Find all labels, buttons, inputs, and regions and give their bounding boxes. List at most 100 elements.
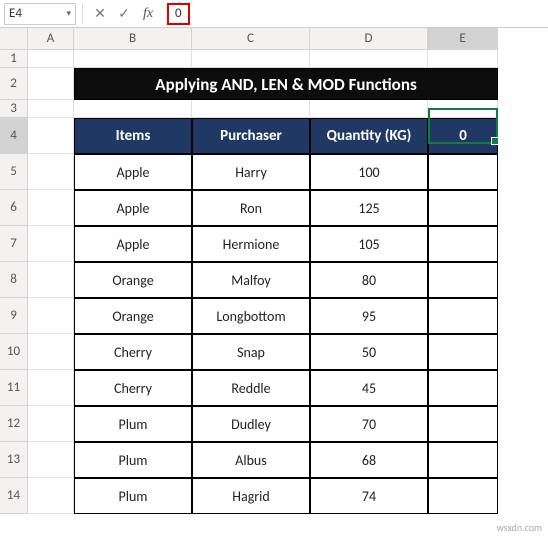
title-cell[interactable]: Applying AND, LEN & MOD Functions [74, 68, 498, 100]
row-header-5[interactable]: 5 [0, 154, 28, 190]
cell-A14[interactable] [28, 478, 74, 514]
row-header-4[interactable]: 4 [0, 118, 28, 154]
col-header-E[interactable]: E [428, 28, 498, 50]
cell-A11[interactable] [28, 370, 74, 406]
cell-D3[interactable] [310, 100, 428, 118]
cell-C5[interactable]: Harry [192, 154, 310, 190]
cell-D11[interactable]: 45 [310, 370, 428, 406]
cell-C11[interactable]: Reddle [192, 370, 310, 406]
row-header-7[interactable]: 7 [0, 226, 28, 262]
cell-E12[interactable] [428, 406, 498, 442]
row-header-10[interactable]: 10 [0, 334, 28, 370]
cell-A10[interactable] [28, 334, 74, 370]
cell-E3[interactable] [428, 100, 498, 118]
cell-E1[interactable] [428, 50, 498, 68]
cell-C1[interactable] [192, 50, 310, 68]
row-header-1[interactable]: 1 [0, 50, 28, 68]
fx-icon[interactable]: fx [137, 3, 159, 25]
formula-input-wrap[interactable]: 0 [167, 3, 190, 25]
cell-D9[interactable]: 95 [310, 298, 428, 334]
cell-C10[interactable]: Snap [192, 334, 310, 370]
chevron-down-icon[interactable]: ▾ [66, 8, 71, 19]
cell-A4[interactable] [28, 118, 74, 154]
cell-value: Apple [117, 164, 150, 181]
cell-A6[interactable] [28, 190, 74, 226]
cancel-icon[interactable]: ✕ [89, 3, 111, 25]
cell-E5[interactable] [428, 154, 498, 190]
cell-B11[interactable]: Cherry [74, 370, 192, 406]
row-header-13[interactable]: 13 [0, 442, 28, 478]
col-header-B[interactable]: B [74, 28, 192, 50]
cell-C14[interactable]: Hagrid [192, 478, 310, 514]
cell-E6[interactable] [428, 190, 498, 226]
row-header-3[interactable]: 3 [0, 100, 28, 118]
row-header-6[interactable]: 6 [0, 190, 28, 226]
name-box[interactable]: E4 ▾ [4, 3, 76, 25]
cell-E4-value: 0 [459, 127, 467, 145]
cell-B1[interactable] [74, 50, 192, 68]
cell-B5[interactable]: Apple [74, 154, 192, 190]
row-header-12[interactable]: 12 [0, 406, 28, 442]
row-header-9[interactable]: 9 [0, 298, 28, 334]
header-quantity[interactable]: Quantity (KG) [310, 118, 428, 154]
cell-B8[interactable]: Orange [74, 262, 192, 298]
cell-C6[interactable]: Ron [192, 190, 310, 226]
cell-B13[interactable]: Plum [74, 442, 192, 478]
cell-A13[interactable] [28, 442, 74, 478]
cell-E7[interactable] [428, 226, 498, 262]
cell-B9[interactable]: Orange [74, 298, 192, 334]
cell-C12[interactable]: Dudley [192, 406, 310, 442]
cell-C9[interactable]: Longbottom [192, 298, 310, 334]
cell-D1[interactable] [310, 50, 428, 68]
row-header-8[interactable]: 8 [0, 262, 28, 298]
cell-D12[interactable]: 70 [310, 406, 428, 442]
cell-B6[interactable]: Apple [74, 190, 192, 226]
cell-value: Ron [240, 200, 262, 217]
cell-E14[interactable] [428, 478, 498, 514]
cell-A9[interactable] [28, 298, 74, 334]
cell-D8[interactable]: 80 [310, 262, 428, 298]
cell-D5[interactable]: 100 [310, 154, 428, 190]
cell-A1[interactable] [28, 50, 74, 68]
cell-B14[interactable]: Plum [74, 478, 192, 514]
cell-E11[interactable] [428, 370, 498, 406]
row-header-14[interactable]: 14 [0, 478, 28, 514]
col-header-C[interactable]: C [192, 28, 310, 50]
cell-E10[interactable] [428, 334, 498, 370]
cell-E13[interactable] [428, 442, 498, 478]
cell-D14[interactable]: 74 [310, 478, 428, 514]
cell-D6[interactable]: 125 [310, 190, 428, 226]
cell-C8[interactable]: Malfoy [192, 262, 310, 298]
cell-D10[interactable]: 50 [310, 334, 428, 370]
cell-C13[interactable]: Albus [192, 442, 310, 478]
cell-value: 80 [362, 272, 376, 289]
cell-value: Snap [237, 344, 265, 361]
col-header-A[interactable]: A [28, 28, 74, 50]
select-all-corner[interactable] [0, 28, 28, 50]
cell-C3[interactable] [192, 100, 310, 118]
row-header-2[interactable]: 2 [0, 68, 28, 100]
cell-A5[interactable] [28, 154, 74, 190]
cell-C7[interactable]: Hermione [192, 226, 310, 262]
col-header-D[interactable]: D [310, 28, 428, 50]
cell-value: Longbottom [216, 308, 285, 325]
cell-B3[interactable] [74, 100, 192, 118]
row-header-11[interactable]: 11 [0, 370, 28, 406]
cell-E9[interactable] [428, 298, 498, 334]
cell-A3[interactable] [28, 100, 74, 118]
cell-A7[interactable] [28, 226, 74, 262]
cell-E8[interactable] [428, 262, 498, 298]
header-purchaser[interactable]: Purchaser [192, 118, 310, 154]
cell-A8[interactable] [28, 262, 74, 298]
cell-value: 105 [358, 236, 379, 253]
cell-A2[interactable] [28, 68, 74, 100]
cell-B7[interactable]: Apple [74, 226, 192, 262]
cell-B12[interactable]: Plum [74, 406, 192, 442]
header-items[interactable]: Items [74, 118, 192, 154]
check-icon[interactable]: ✓ [113, 3, 135, 25]
cell-A12[interactable] [28, 406, 74, 442]
cell-B10[interactable]: Cherry [74, 334, 192, 370]
cell-E4[interactable]: 0 [428, 118, 498, 154]
cell-D13[interactable]: 68 [310, 442, 428, 478]
cell-D7[interactable]: 105 [310, 226, 428, 262]
